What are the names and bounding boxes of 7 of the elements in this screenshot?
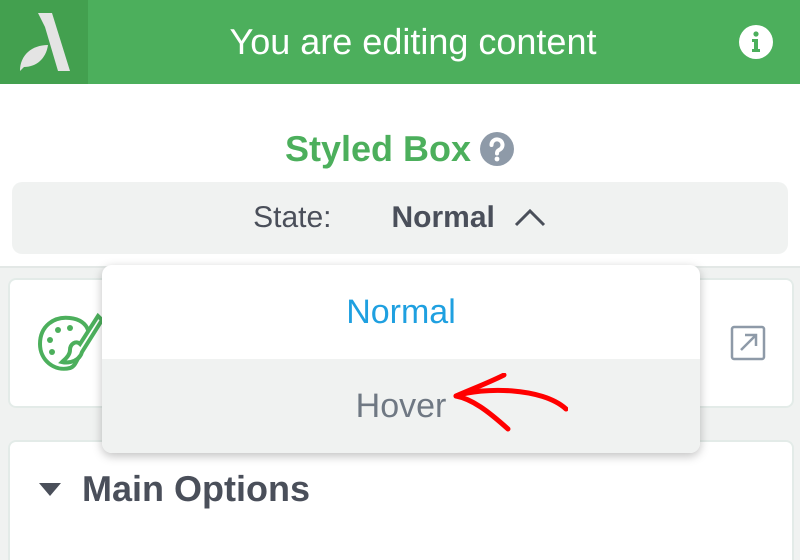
- header-title: You are editing content: [228, 21, 598, 63]
- element-title: Styled Box: [284, 128, 472, 170]
- state-selector[interactable]: State: Normal: [12, 182, 788, 254]
- state-value[interactable]: Normal: [392, 201, 547, 235]
- section-title[interactable]: Main Options: [82, 468, 310, 510]
- state-label: State:: [253, 201, 332, 235]
- dropdown-option[interactable]: Hover: [102, 359, 700, 453]
